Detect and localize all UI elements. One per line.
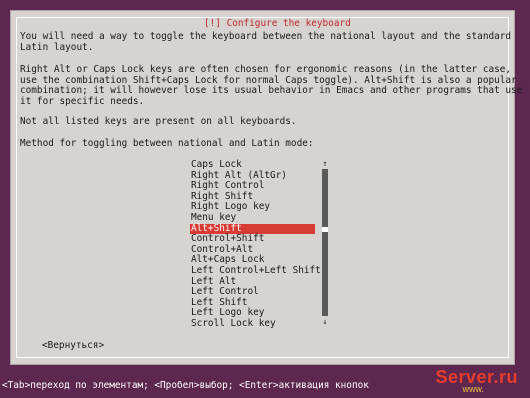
method-prompt: Method for toggling between national and… — [20, 138, 314, 149]
list-item[interactable]: Left Control+Left Shift — [190, 265, 321, 277]
list-item[interactable]: Caps Lock — [190, 159, 315, 171]
list-item[interactable]: Scroll Lock key — [190, 318, 315, 330]
list-scrollbar[interactable] — [322, 169, 328, 316]
installer-screen: [!] Configure the keyboard You will need… — [0, 0, 530, 398]
scroll-down-icon[interactable]: ↓ — [322, 318, 328, 326]
scroll-up-icon[interactable]: ↑ — [322, 160, 328, 168]
back-button[interactable]: <Вернуться> — [42, 340, 104, 352]
intro-paragraph: You will need a way to toggle the keyboa… — [20, 31, 512, 53]
list-item[interactable]: Menu key — [190, 212, 315, 224]
status-bar: <Tab>переход по элементам; <Пробел>выбор… — [2, 380, 369, 391]
availability-note: Not all listed keys are present on all k… — [20, 116, 297, 127]
toggle-method-list[interactable]: Caps Lock Right Alt (AltGr) Right Control R… — [190, 159, 321, 330]
dialog-title: [!] Configure the keyboard — [202, 18, 353, 30]
scrollbar-thumb[interactable] — [322, 227, 328, 232]
ergonomic-paragraph: Right Alt or Caps Lock keys are often ch… — [20, 64, 522, 107]
